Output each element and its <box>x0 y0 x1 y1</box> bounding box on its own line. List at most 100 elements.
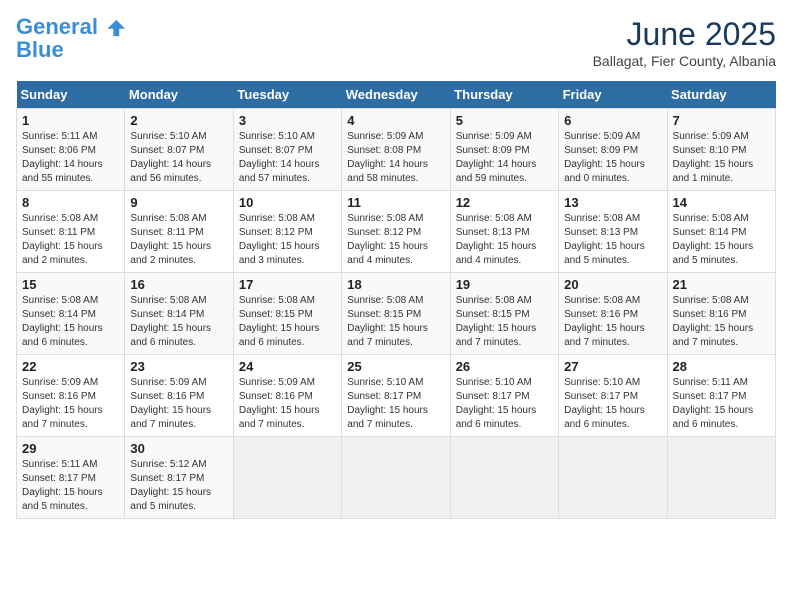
title-block: June 2025 Ballagat, Fier County, Albania <box>593 16 776 69</box>
day-info: Sunrise: 5:08 AMSunset: 8:16 PMDaylight:… <box>564 294 661 350</box>
calendar-cell: 11 Sunrise: 5:08 AMSunset: 8:12 PMDayligh… <box>342 191 450 273</box>
calendar-cell: 13 Sunrise: 5:08 AMSunset: 8:13 PMDayligh… <box>559 191 667 273</box>
day-info: Sunrise: 5:09 AMSunset: 8:16 PMDaylight:… <box>130 376 227 432</box>
day-info: Sunrise: 5:08 AMSunset: 8:15 PMDaylight:… <box>456 294 553 350</box>
day-number: 14 <box>673 195 770 210</box>
logo-text: General <box>16 16 128 39</box>
day-info: Sunrise: 5:12 AMSunset: 8:17 PMDaylight:… <box>130 458 227 514</box>
calendar-cell: 28Sunrise: 5:11 AMSunset: 8:17 PMDayligh… <box>667 355 775 437</box>
day-info: Sunrise: 5:08 AMSunset: 8:14 PMDaylight:… <box>22 294 119 350</box>
header-saturday: Saturday <box>667 81 775 109</box>
day-number: 22 <box>22 359 119 374</box>
day-number: 9 <box>130 195 227 210</box>
day-number: 15 <box>22 277 119 292</box>
calendar-cell: 8Sunrise: 5:08 AMSunset: 8:11 PMDaylight… <box>17 191 125 273</box>
calendar-cell: 12 Sunrise: 5:08 AMSunset: 8:13 PMDayligh… <box>450 191 558 273</box>
calendar-week-4: 22 Sunrise: 5:09 AMSunset: 8:16 PMDayligh… <box>17 355 776 437</box>
day-info: Sunrise: 5:11 AMSunset: 8:06 PMDaylight:… <box>22 130 119 186</box>
calendar-cell: 7 Sunrise: 5:09 AMSunset: 8:10 PMDaylight… <box>667 109 775 191</box>
day-info: Sunrise: 5:08 AMSunset: 8:13 PMDaylight:… <box>564 212 661 268</box>
day-info: Sunrise: 5:09 AMSunset: 8:08 PMDaylight:… <box>347 130 444 186</box>
day-number: 10 <box>239 195 336 210</box>
calendar-cell: 3Sunrise: 5:10 AMSunset: 8:07 PMDaylight… <box>233 109 341 191</box>
day-info: Sunrise: 5:11 AMSunset: 8:17 PMDaylight:… <box>22 458 119 514</box>
calendar-cell <box>233 437 341 519</box>
day-number: 17 <box>239 277 336 292</box>
day-number: 20 <box>564 277 661 292</box>
calendar-cell: 25 Sunrise: 5:10 AMSunset: 8:17 PMDayligh… <box>342 355 450 437</box>
day-number: 27 <box>564 359 661 374</box>
day-number: 1 <box>22 113 119 128</box>
day-number: 29 <box>22 441 119 456</box>
day-info: Sunrise: 5:10 AMSunset: 8:17 PMDaylight:… <box>347 376 444 432</box>
calendar-cell: 17 Sunrise: 5:08 AMSunset: 8:15 PMDayligh… <box>233 273 341 355</box>
calendar-cell: 15 Sunrise: 5:08 AMSunset: 8:14 PMDayligh… <box>17 273 125 355</box>
calendar-week-5: 29 Sunrise: 5:11 AMSunset: 8:17 PMDayligh… <box>17 437 776 519</box>
header-tuesday: Tuesday <box>233 81 341 109</box>
header-sunday: Sunday <box>17 81 125 109</box>
calendar-cell: 22 Sunrise: 5:09 AMSunset: 8:16 PMDayligh… <box>17 355 125 437</box>
logo-blue: Blue <box>16 37 128 63</box>
day-number: 13 <box>564 195 661 210</box>
day-number: 28 <box>673 359 770 374</box>
day-number: 11 <box>347 195 444 210</box>
day-info: Sunrise: 5:10 AMSunset: 8:17 PMDaylight:… <box>456 376 553 432</box>
day-info: Sunrise: 5:08 AMSunset: 8:12 PMDaylight:… <box>347 212 444 268</box>
calendar-cell: 5 Sunrise: 5:09 AMSunset: 8:09 PMDaylight… <box>450 109 558 191</box>
day-info: Sunrise: 5:08 AMSunset: 8:11 PMDaylight:… <box>130 212 227 268</box>
day-info: Sunrise: 5:08 AMSunset: 8:12 PMDaylight:… <box>239 212 336 268</box>
header-thursday: Thursday <box>450 81 558 109</box>
day-info: Sunrise: 5:09 AMSunset: 8:09 PMDaylight:… <box>456 130 553 186</box>
day-number: 2 <box>130 113 227 128</box>
day-info: Sunrise: 5:10 AMSunset: 8:07 PMDaylight:… <box>130 130 227 186</box>
calendar-cell: 29 Sunrise: 5:11 AMSunset: 8:17 PMDayligh… <box>17 437 125 519</box>
day-info: Sunrise: 5:09 AMSunset: 8:16 PMDaylight:… <box>239 376 336 432</box>
calendar-cell: 2 Sunrise: 5:10 AMSunset: 8:07 PMDaylight… <box>125 109 233 191</box>
logo: General Blue <box>16 16 128 63</box>
header-wednesday: Wednesday <box>342 81 450 109</box>
calendar-table: SundayMondayTuesdayWednesdayThursdayFrid… <box>16 81 776 519</box>
location: Ballagat, Fier County, Albania <box>593 53 776 69</box>
day-number: 5 <box>456 113 553 128</box>
calendar-cell: 10 Sunrise: 5:08 AMSunset: 8:12 PMDayligh… <box>233 191 341 273</box>
day-number: 25 <box>347 359 444 374</box>
calendar-cell: 21Sunrise: 5:08 AMSunset: 8:16 PMDayligh… <box>667 273 775 355</box>
calendar-cell: 16Sunrise: 5:08 AMSunset: 8:14 PMDayligh… <box>125 273 233 355</box>
day-number: 8 <box>22 195 119 210</box>
day-info: Sunrise: 5:09 AMSunset: 8:16 PMDaylight:… <box>22 376 119 432</box>
day-number: 23 <box>130 359 227 374</box>
day-info: Sunrise: 5:08 AMSunset: 8:15 PMDaylight:… <box>347 294 444 350</box>
day-info: Sunrise: 5:09 AMSunset: 8:10 PMDaylight:… <box>673 130 770 186</box>
calendar-cell: 19 Sunrise: 5:08 AMSunset: 8:15 PMDayligh… <box>450 273 558 355</box>
page-header: General Blue June 2025 Ballagat, Fier Co… <box>16 16 776 69</box>
calendar-cell: 4 Sunrise: 5:09 AMSunset: 8:08 PMDaylight… <box>342 109 450 191</box>
day-info: Sunrise: 5:08 AMSunset: 8:14 PMDaylight:… <box>130 294 227 350</box>
day-number: 7 <box>673 113 770 128</box>
calendar-cell: 24 Sunrise: 5:09 AMSunset: 8:16 PMDayligh… <box>233 355 341 437</box>
calendar-cell: 23 Sunrise: 5:09 AMSunset: 8:16 PMDayligh… <box>125 355 233 437</box>
day-info: Sunrise: 5:08 AMSunset: 8:13 PMDaylight:… <box>456 212 553 268</box>
day-info: Sunrise: 5:10 AMSunset: 8:17 PMDaylight:… <box>564 376 661 432</box>
day-number: 26 <box>456 359 553 374</box>
day-number: 19 <box>456 277 553 292</box>
header-friday: Friday <box>559 81 667 109</box>
calendar-cell: 18 Sunrise: 5:08 AMSunset: 8:15 PMDayligh… <box>342 273 450 355</box>
day-number: 24 <box>239 359 336 374</box>
calendar-cell <box>559 437 667 519</box>
day-number: 4 <box>347 113 444 128</box>
day-number: 30 <box>130 441 227 456</box>
calendar-cell: 30 Sunrise: 5:12 AMSunset: 8:17 PMDayligh… <box>125 437 233 519</box>
day-number: 12 <box>456 195 553 210</box>
calendar-week-3: 15 Sunrise: 5:08 AMSunset: 8:14 PMDayligh… <box>17 273 776 355</box>
month-title: June 2025 <box>593 16 776 53</box>
calendar-cell <box>342 437 450 519</box>
day-number: 6 <box>564 113 661 128</box>
calendar-cell: 9 Sunrise: 5:08 AMSunset: 8:11 PMDaylight… <box>125 191 233 273</box>
calendar-cell <box>667 437 775 519</box>
calendar-cell: 20 Sunrise: 5:08 AMSunset: 8:16 PMDayligh… <box>559 273 667 355</box>
header-monday: Monday <box>125 81 233 109</box>
calendar-cell: 6Sunrise: 5:09 AMSunset: 8:09 PMDaylight… <box>559 109 667 191</box>
day-info: Sunrise: 5:08 AMSunset: 8:15 PMDaylight:… <box>239 294 336 350</box>
calendar-week-1: 1 Sunrise: 5:11 AMSunset: 8:06 PMDaylight… <box>17 109 776 191</box>
day-number: 18 <box>347 277 444 292</box>
